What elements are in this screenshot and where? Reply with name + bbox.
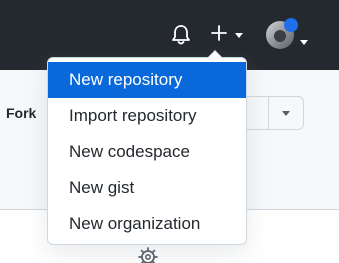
gear-icon[interactable] <box>138 247 158 263</box>
plus-icon <box>210 24 228 47</box>
create-new-menu: New repository Import repository New cod… <box>47 50 247 245</box>
menu-item-new-repository[interactable]: New repository <box>48 62 246 98</box>
menu-item-new-organization[interactable]: New organization <box>48 206 246 242</box>
triangle-down-icon <box>281 104 291 122</box>
fork-label: Fork <box>6 105 37 121</box>
menu-item-new-codespace[interactable]: New codespace <box>48 134 246 170</box>
avatar-caret-icon[interactable] <box>299 33 309 51</box>
menu-item-import-repository[interactable]: Import repository <box>48 98 246 134</box>
triangle-down-icon <box>234 26 244 44</box>
menu-item-new-gist[interactable]: New gist <box>48 170 246 206</box>
status-badge <box>284 18 298 32</box>
bell-icon[interactable] <box>171 24 191 46</box>
star-dropdown-button[interactable] <box>268 96 304 130</box>
create-new-button[interactable] <box>210 24 250 46</box>
